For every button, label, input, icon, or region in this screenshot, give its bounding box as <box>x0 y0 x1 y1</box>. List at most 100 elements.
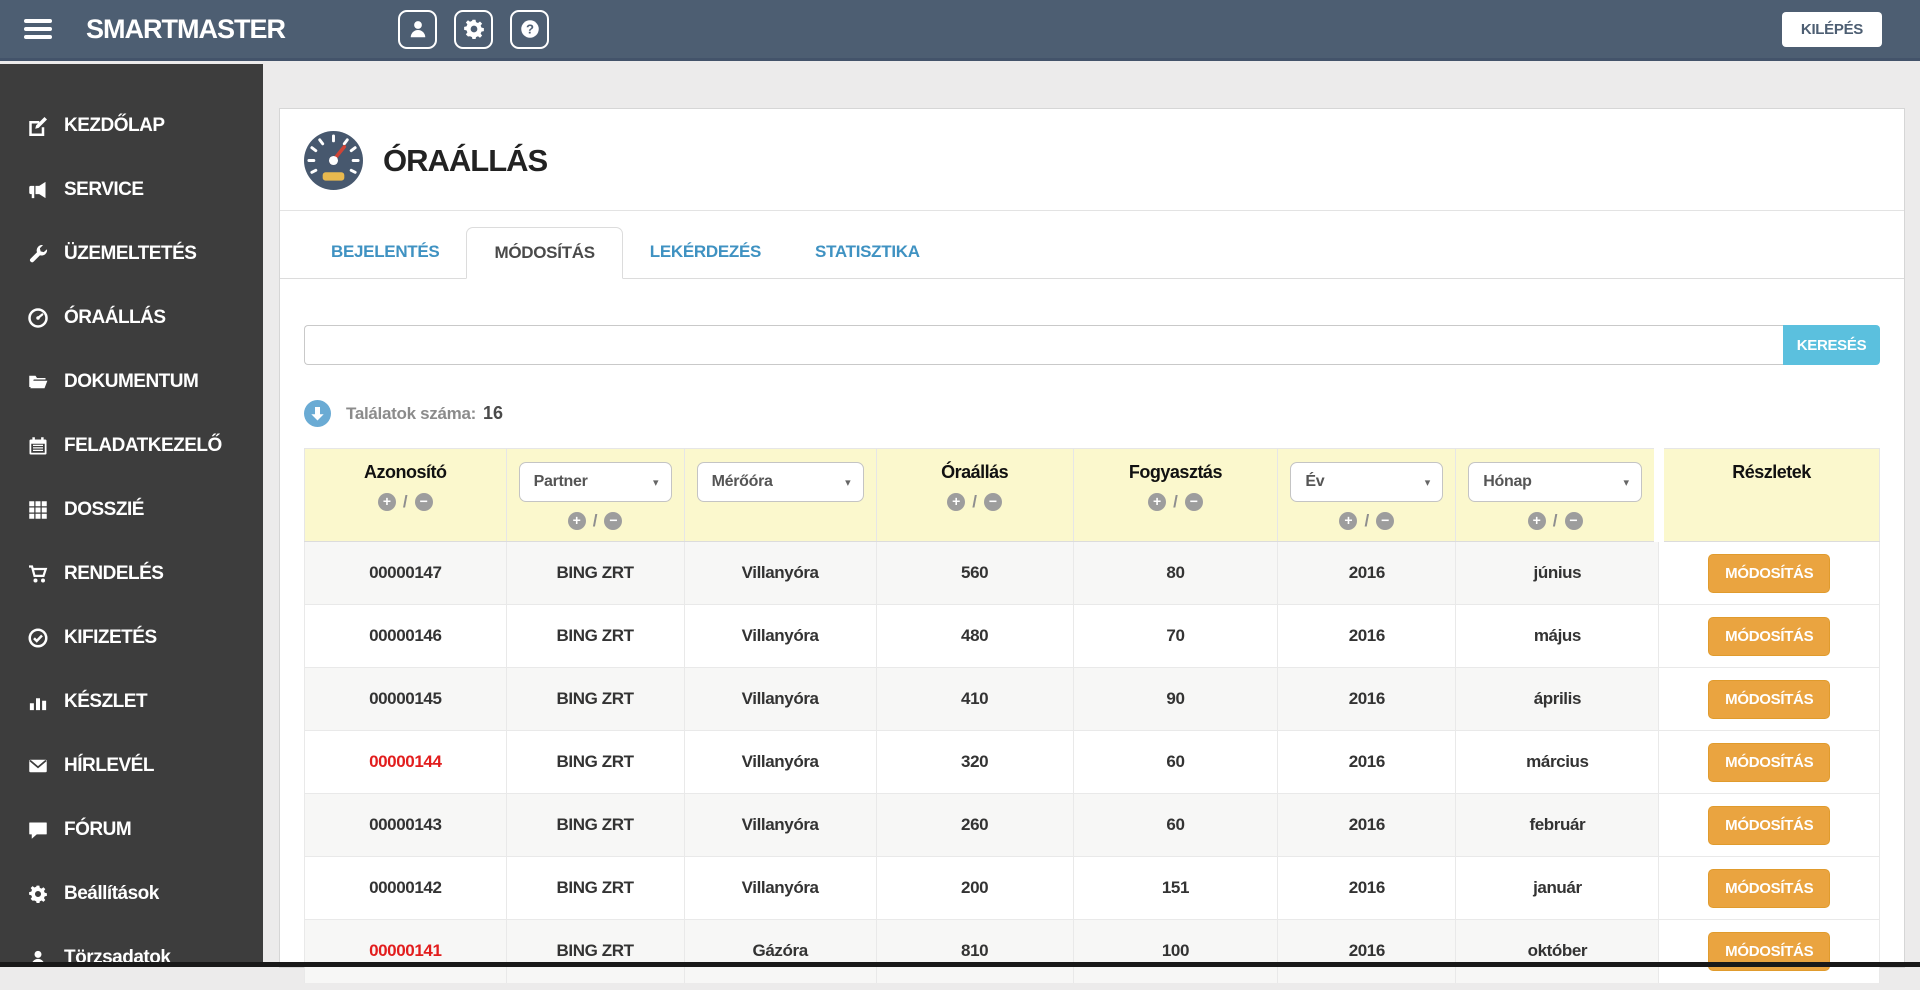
app-brand: SMARTMASTER <box>86 14 285 45</box>
sidebar-item-kezdolap[interactable]: KEZDŐLAP <box>0 94 263 158</box>
column-header-oraallas: Óraállás + / − <box>876 449 1073 542</box>
search-button[interactable]: KERESÉS <box>1783 325 1880 365</box>
cell-reading: 260 <box>876 794 1073 857</box>
cell-month: június <box>1456 542 1659 605</box>
page-header: ÓRAÁLLÁS <box>280 109 1904 211</box>
collapse-arrow-icon[interactable] <box>304 400 331 427</box>
cell-reading: 200 <box>876 857 1073 920</box>
profile-button[interactable] <box>398 10 437 49</box>
sidebar-item-uzemeltetes[interactable]: ÜZEMELTETÉS <box>0 222 263 286</box>
sort-descending-icon[interactable]: − <box>604 512 622 530</box>
folder-open-icon <box>27 372 49 392</box>
main-content: ÓRAÁLLÁS BEJELENTÉS MÓDOSÍTÁS LEKÉRDEZÉS… <box>263 64 1920 967</box>
sort-descending-icon[interactable]: − <box>1565 512 1583 530</box>
sidebar-item-oraallas[interactable]: ÓRAÁLLÁS <box>0 286 263 350</box>
gear-icon <box>464 19 484 39</box>
page-title: ÓRAÁLLÁS <box>383 143 547 179</box>
cell-meter: Villanyóra <box>684 605 876 668</box>
cell-consumption: 60 <box>1073 731 1278 794</box>
sidebar-item-service[interactable]: SERVICE <box>0 158 263 222</box>
chevron-down-icon: ▾ <box>845 476 851 489</box>
sort-descending-icon[interactable]: − <box>984 493 1002 511</box>
sidebar-item-label: KEZDŐLAP <box>64 115 165 137</box>
sidebar-item-dosszie[interactable]: DOSSZIÉ <box>0 478 263 542</box>
sort-descending-icon[interactable]: − <box>1185 493 1203 511</box>
cell-id: 00000143 <box>305 794 507 857</box>
cell-month: április <box>1456 668 1659 731</box>
results-summary: Találatok száma: 16 <box>304 400 1880 427</box>
edit-icon <box>27 116 49 136</box>
modify-button[interactable]: MÓDOSÍTÁS <box>1708 554 1830 593</box>
sidebar-item-rendeles[interactable]: RENDELÉS <box>0 542 263 606</box>
sidebar-item-keszlet[interactable]: KÉSZLET <box>0 670 263 734</box>
modify-button[interactable]: MÓDOSÍTÁS <box>1708 869 1830 908</box>
cell-reading: 810 <box>876 920 1073 983</box>
cell-reading: 320 <box>876 731 1073 794</box>
bullhorn-icon <box>27 180 49 200</box>
chevron-down-icon: ▾ <box>1623 476 1629 489</box>
modify-button[interactable]: MÓDOSÍTÁS <box>1708 806 1830 845</box>
tab-lekerdezes[interactable]: LEKÉRDEZÉS <box>623 227 788 278</box>
sidebar-item-label: ÓRAÁLLÁS <box>64 307 166 329</box>
sidebar: KEZDŐLAP SERVICE ÜZEMELTETÉS ÓRAÁLLÁS DO… <box>0 64 263 967</box>
sidebar-item-hirlevel[interactable]: HÍRLEVÉL <box>0 734 263 798</box>
settings-button[interactable] <box>454 10 493 49</box>
cell-year: 2016 <box>1278 857 1456 920</box>
modify-button[interactable]: MÓDOSÍTÁS <box>1708 680 1830 719</box>
sort-descending-icon[interactable]: − <box>415 493 433 511</box>
help-button[interactable]: ? <box>510 10 549 49</box>
column-header-azonosito: Azonosító + / − <box>305 449 507 542</box>
readings-table: Azonosító + / − Partner ▾ <box>304 448 1880 983</box>
cell-reading: 410 <box>876 668 1073 731</box>
envelope-icon <box>27 756 49 776</box>
sidebar-item-label: ÜZEMELTETÉS <box>64 243 196 265</box>
sidebar-item-dokumentum[interactable]: DOKUMENTUM <box>0 350 263 414</box>
sidebar-item-beallitasok[interactable]: Beállítások <box>0 862 263 926</box>
topbar: SMARTMASTER ? KILÉPÉS <box>0 0 1920 61</box>
table-row: 00000146 BING ZRT Villanyóra 480 70 2016… <box>305 605 1880 668</box>
gear-icon <box>27 885 49 903</box>
logout-button[interactable]: KILÉPÉS <box>1782 12 1882 47</box>
sort-ascending-icon[interactable]: + <box>1339 512 1357 530</box>
hamburger-menu-icon[interactable] <box>24 19 52 39</box>
partner-filter-select[interactable]: Partner ▾ <box>519 462 672 502</box>
meter-filter-select[interactable]: Mérőóra ▾ <box>697 462 864 502</box>
sort-ascending-icon[interactable]: + <box>947 493 965 511</box>
cell-id: 00000147 <box>305 542 507 605</box>
cell-year: 2016 <box>1278 794 1456 857</box>
tab-statisztika[interactable]: STATISZTIKA <box>788 227 947 278</box>
cell-partner: BING ZRT <box>506 857 684 920</box>
sidebar-item-feladatkezelo[interactable]: FELADATKEZELŐ <box>0 414 263 478</box>
cell-consumption: 60 <box>1073 794 1278 857</box>
cell-id: 00000142 <box>305 857 507 920</box>
sidebar-item-torzsadatok[interactable]: Törzsadatok <box>0 926 263 990</box>
cell-meter: Villanyóra <box>684 794 876 857</box>
gauge-page-icon <box>304 131 363 190</box>
sidebar-item-label: Beállítások <box>64 883 159 905</box>
cell-id: 00000146 <box>305 605 507 668</box>
sort-ascending-icon[interactable]: + <box>1528 512 1546 530</box>
column-header-reszletek: Részletek <box>1659 449 1880 542</box>
year-filter-select[interactable]: Év ▾ <box>1290 462 1443 502</box>
sort-ascending-icon[interactable]: + <box>568 512 586 530</box>
cell-month: május <box>1456 605 1659 668</box>
search-input[interactable] <box>304 325 1783 365</box>
svg-text:?: ? <box>525 22 533 37</box>
sidebar-item-forum[interactable]: FÓRUM <box>0 798 263 862</box>
sidebar-item-label: FELADATKEZELŐ <box>64 435 222 457</box>
table-row: 00000147 BING ZRT Villanyóra 560 80 2016… <box>305 542 1880 605</box>
modify-button[interactable]: MÓDOSÍTÁS <box>1708 743 1830 782</box>
content-card: ÓRAÁLLÁS BEJELENTÉS MÓDOSÍTÁS LEKÉRDEZÉS… <box>279 108 1905 968</box>
tab-modositas[interactable]: MÓDOSÍTÁS <box>466 227 622 279</box>
sidebar-item-kifizetes[interactable]: KIFIZETÉS <box>0 606 263 670</box>
month-filter-select[interactable]: Hónap ▾ <box>1468 462 1642 502</box>
sort-ascending-icon[interactable]: + <box>378 493 396 511</box>
tab-bejelentes[interactable]: BEJELENTÉS <box>304 227 466 278</box>
sort-ascending-icon[interactable]: + <box>1148 493 1166 511</box>
sidebar-item-label: FÓRUM <box>64 819 131 841</box>
cell-consumption: 70 <box>1073 605 1278 668</box>
cell-meter: Villanyóra <box>684 731 876 794</box>
sort-descending-icon[interactable]: − <box>1376 512 1394 530</box>
wrench-icon <box>27 244 49 264</box>
modify-button[interactable]: MÓDOSÍTÁS <box>1708 617 1830 656</box>
